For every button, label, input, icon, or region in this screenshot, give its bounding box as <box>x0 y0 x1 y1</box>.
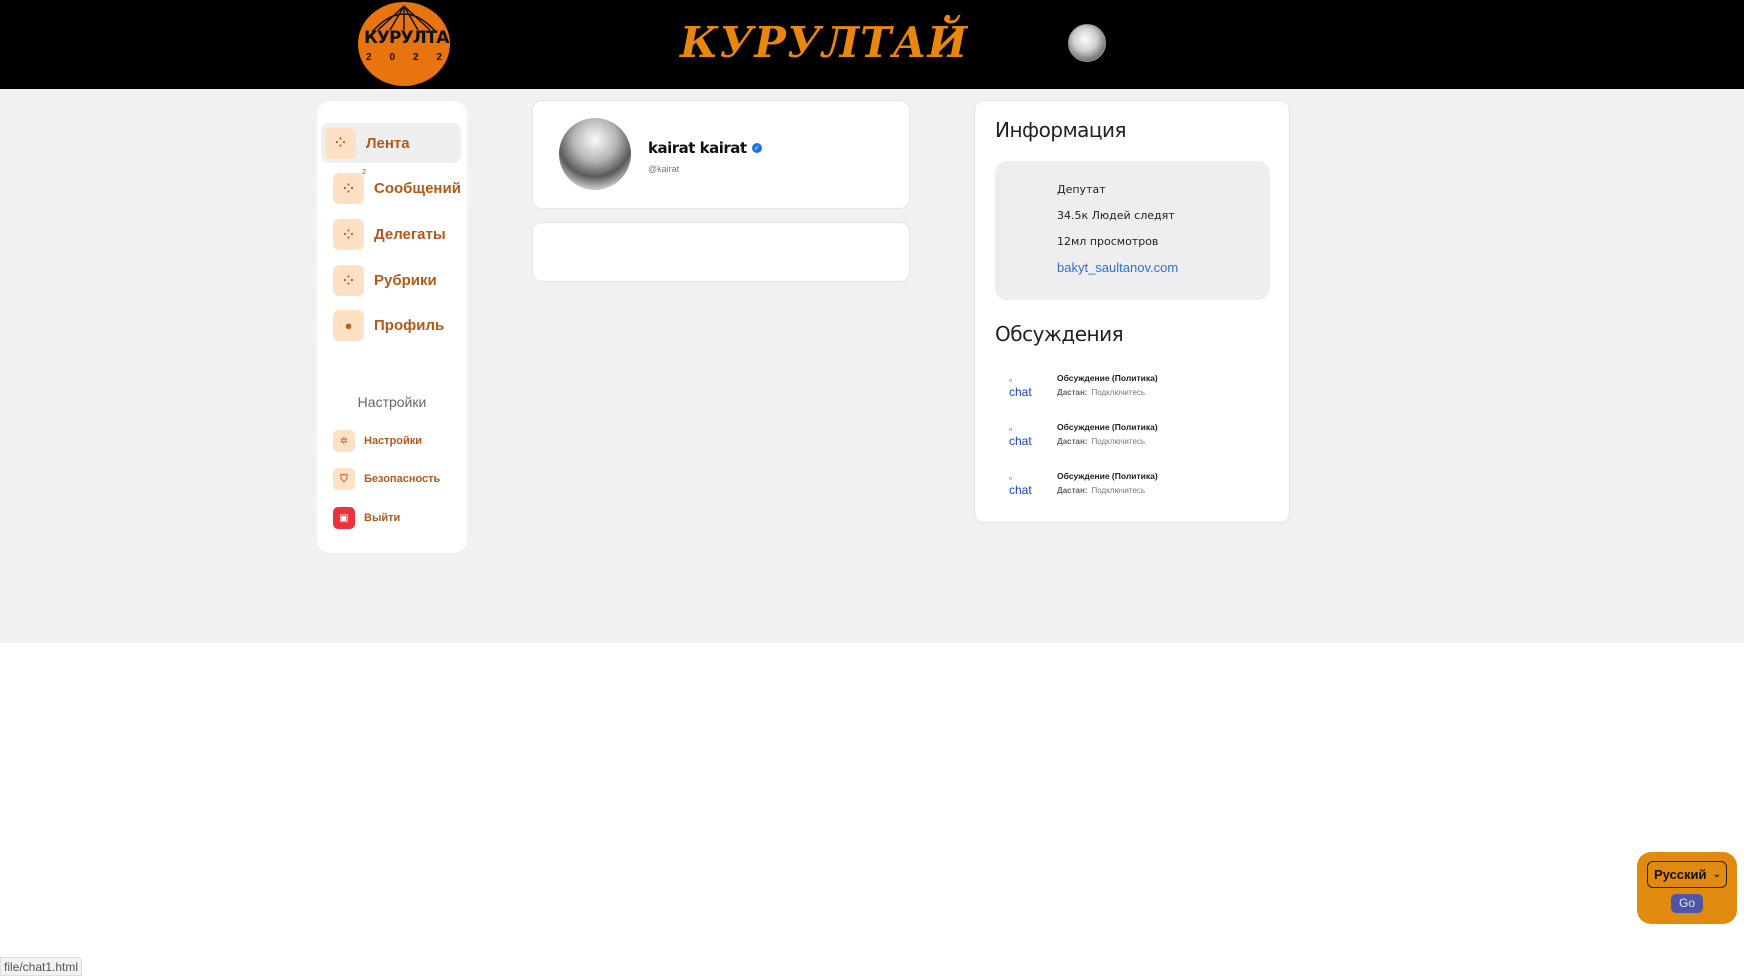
join-link[interactable]: Подключитесь <box>1091 486 1145 495</box>
discussion-title: Обсуждение (Политика) <box>1057 373 1158 383</box>
join-link[interactable]: Подключитесь <box>1091 437 1145 446</box>
chevron-down-icon: ⌄ <box>1712 869 1721 880</box>
verified-badge-icon: ✓ <box>751 143 762 153</box>
brand-title[interactable]: КУРУЛТАЙ <box>680 14 967 72</box>
discussion-author: Дастан: <box>1057 388 1088 397</box>
join-link[interactable]: Подключитесь <box>1091 388 1145 397</box>
language-select[interactable]: Русский ⌄ <box>1647 861 1727 888</box>
info-box: Депутат 34.5к Людей следят 12мл просмотр… <box>995 161 1270 300</box>
profile-name: kairat kairat ✓ <box>648 139 762 157</box>
sidebar-item-label: Выйти <box>364 512 401 524</box>
sidebar-item-label: Профиль <box>374 317 445 334</box>
sidebar-item-messages[interactable]: ⁘ 2 Сообщений <box>333 169 461 204</box>
discussion-item[interactable]: ▫ chat Обсуждение (Политика) Дастан: Подкл… <box>1009 373 1158 398</box>
grid-dots-icon: ⁘ 2 <box>333 169 366 204</box>
sidebar-item-rubrics[interactable]: ⁘ Рубрики <box>333 265 437 296</box>
grid-dots-icon: ⁘ <box>333 219 364 250</box>
sidebar-item-settings[interactable]: ✲ Настройки <box>333 430 422 452</box>
sidebar-item-delegates[interactable]: ⁘ Делегаты <box>333 219 446 250</box>
profile-handle: @kairat <box>648 164 680 174</box>
info-followers: 34.5к Людей следят <box>1057 209 1175 222</box>
info-views: 12мл просмотров <box>1057 235 1159 248</box>
site-logo[interactable]: КУРУЛТАЙ 2 0 2 2 <box>358 2 450 86</box>
post-composer-card <box>532 222 910 282</box>
sidebar-item-label: Рубрики <box>374 272 437 289</box>
language-switcher: Русский ⌄ Go <box>1637 852 1737 924</box>
sidebar-item-label: Настройки <box>364 435 423 447</box>
info-panel: Информация Депутат 34.5к Людей следят 12… <box>974 100 1290 523</box>
shield-icon: ⛉ <box>333 468 355 490</box>
sidebar-item-label: Делегаты <box>374 226 446 243</box>
website-link[interactable]: bakyt_saultanov.com <box>1057 260 1178 275</box>
sidebar-item-label: Сообщений <box>374 180 461 197</box>
settings-section-title: Настройки <box>357 394 427 410</box>
discussion-title: Обсуждение (Политика) <box>1057 422 1158 432</box>
go-button[interactable]: Go <box>1671 894 1703 913</box>
sidebar: ⁘ Лента ⁘ 2 Сообщений ⁘ Делегаты ⁘ Рубрик… <box>317 101 467 553</box>
discussions-title: Обсуждения <box>995 322 1124 346</box>
unread-badge: 2 <box>362 169 366 176</box>
discussion-author: Дастан: <box>1057 486 1088 495</box>
sidebar-item-logout[interactable]: ▣ Выйти <box>333 507 400 529</box>
info-title: Информация <box>995 118 1127 142</box>
discussion-author: Дастан: <box>1057 437 1088 446</box>
profile-card: kairat kairat ✓ <box>532 100 910 209</box>
chat-image-icon: ▫ chat <box>1009 424 1032 448</box>
sidebar-item-label: Безопасность <box>364 473 441 485</box>
sidebar-item-label: Лента <box>366 134 410 152</box>
user-icon: ● <box>333 310 364 341</box>
grid-dots-icon: ⁘ <box>333 265 364 296</box>
top-bar: КУРУЛТАЙ 2 0 2 2 КУРУЛТАЙ <box>0 0 1744 89</box>
user-avatar[interactable] <box>1068 24 1106 62</box>
chat-image-icon: ▫ chat <box>1009 375 1032 399</box>
logout-icon: ▣ <box>333 507 355 529</box>
discussion-item[interactable]: ▫ chat Обсуждение (Политика) Дастан: Подкл… <box>1009 471 1158 496</box>
discussion-title: Обсуждение (Политика) <box>1057 471 1158 481</box>
sidebar-item-feed[interactable]: ⁘ Лента <box>321 123 461 163</box>
gear-icon: ✲ <box>333 430 355 452</box>
logo-year: 2 0 2 2 <box>366 52 442 63</box>
grid-dots-icon: ⁘ <box>325 127 356 159</box>
logo-wordmark: КУРУЛТАЙ <box>364 28 450 48</box>
sidebar-item-security[interactable]: ⛉ Безопасность <box>333 468 440 490</box>
sidebar-item-profile[interactable]: ● Профиль <box>333 310 444 341</box>
status-bar-url: file/chat1.html <box>0 957 83 976</box>
chat-image-icon: ▫ chat <box>1009 473 1032 497</box>
discussion-item[interactable]: ▫ chat Обсуждение (Политика) Дастан: Подкл… <box>1009 422 1158 447</box>
info-role: Депутат <box>1057 183 1106 196</box>
profile-avatar[interactable] <box>559 118 631 190</box>
